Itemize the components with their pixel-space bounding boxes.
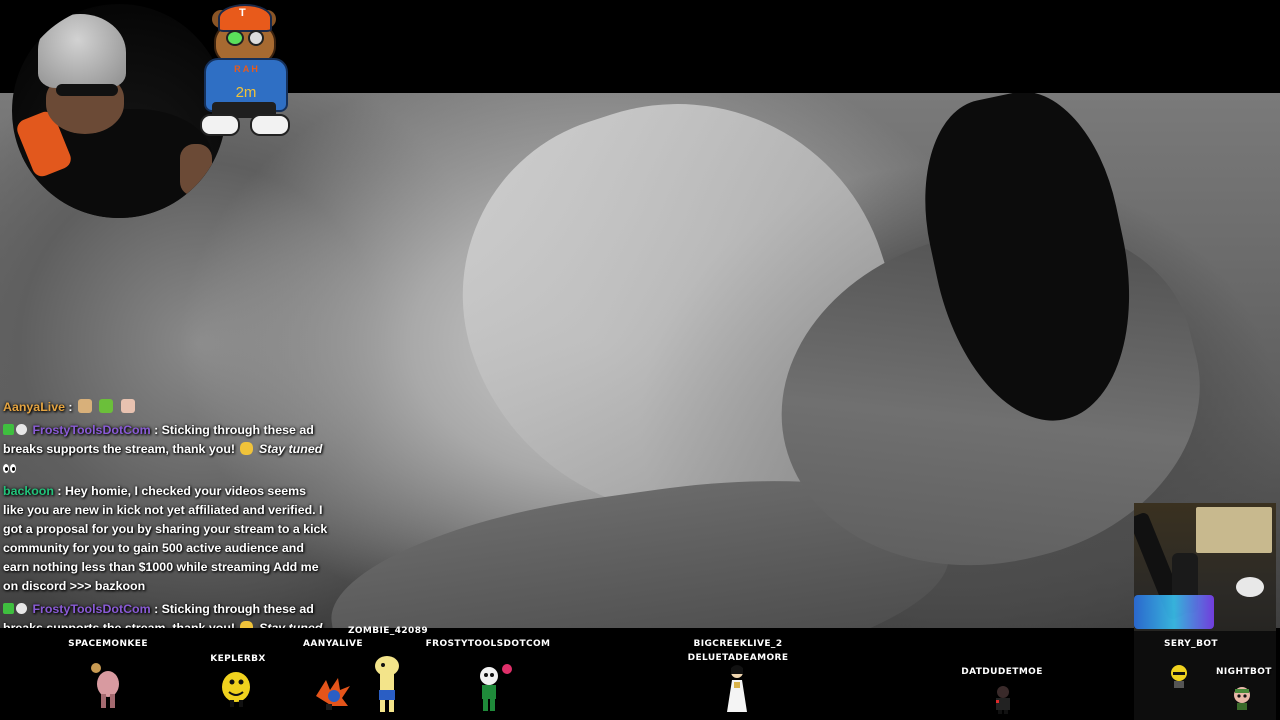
chat-italic-text: Stay tuned bbox=[258, 442, 323, 456]
chat-text: Hey homie, I checked your videos seems l… bbox=[3, 484, 328, 593]
chat-message: AanyaLive : bbox=[3, 398, 329, 417]
chat-username[interactable]: FrostyToolsDotCom bbox=[32, 423, 150, 437]
chat-separator: : bbox=[53, 484, 65, 498]
raised-hands-icon bbox=[240, 442, 254, 455]
streamer-webcam bbox=[12, 4, 226, 218]
verified-badge-icon bbox=[3, 424, 14, 435]
bear-timer: 2m bbox=[235, 84, 257, 101]
bot-label: SERY_BOT bbox=[1164, 639, 1218, 649]
viewer-avatar-bar: SPACEMONKEE KEPLERBX AANYALIVE ZOMBIE_42… bbox=[0, 626, 1134, 720]
bear-shirt-name: R A H bbox=[234, 64, 258, 74]
bot-sprite-icon bbox=[1171, 665, 1187, 688]
chat-separator: : bbox=[64, 400, 76, 414]
viewer-sprite-icon bbox=[375, 656, 399, 712]
desk-camera: SERY_BOT NIGHTBOT bbox=[1134, 503, 1276, 720]
bear-hat: T bbox=[218, 4, 272, 32]
viewer-sprite-icon bbox=[222, 672, 250, 707]
emote-icon bbox=[99, 399, 114, 413]
viewer-name: KEPLERBX bbox=[210, 654, 266, 664]
bot-sprite-icon bbox=[1234, 687, 1250, 710]
bear-shoe-right bbox=[250, 114, 290, 136]
chat-username[interactable]: AanyaLive bbox=[3, 400, 65, 414]
webcam-hand bbox=[180, 144, 212, 196]
viewer-name: DATDUDETMOE bbox=[961, 667, 1043, 677]
chat-overlay: AanyaLive : FrostyToolsDotCom : Sticking… bbox=[3, 398, 329, 661]
viewer-entry: BIGCREEKLIVE_2 bbox=[668, 639, 808, 649]
viewer-sprite-icon bbox=[91, 663, 119, 708]
viewer-entry: KEPLERBX bbox=[188, 654, 288, 664]
bear-hat-letter: T bbox=[239, 7, 246, 19]
desk-window bbox=[1196, 507, 1272, 553]
bot-badge-icon bbox=[16, 603, 27, 614]
bear-shoe-left bbox=[200, 114, 240, 136]
desk-keyboard bbox=[1134, 595, 1214, 629]
viewer-entry: ZOMBIE_42089 bbox=[338, 626, 438, 636]
chat-message: backoon : Hey homie, I checked your vide… bbox=[3, 482, 329, 596]
viewer-entry: DATDUDETMOE bbox=[952, 667, 1052, 677]
viewer-entry: FROSTYTOOLSDOTCOM bbox=[418, 639, 558, 649]
chat-separator: : bbox=[150, 602, 162, 616]
webcam-glasses bbox=[56, 84, 118, 96]
viewer-name: FROSTYTOOLSDOTCOM bbox=[425, 639, 551, 649]
chat-username[interactable]: FrostyToolsDotCom bbox=[32, 602, 150, 616]
viewer-name: AANYALIVE bbox=[303, 639, 363, 649]
viewer-name: BIGCREEKLIVE_2 bbox=[693, 639, 783, 649]
webcam-beanie bbox=[38, 14, 126, 88]
viewer-sprite-icon bbox=[727, 665, 747, 712]
viewer-sprite-icon bbox=[316, 678, 350, 710]
viewer-entry: DELUETADEAMORE bbox=[668, 653, 808, 663]
viewer-sprite-icon bbox=[996, 686, 1010, 714]
eyes-icon bbox=[3, 460, 17, 473]
bot-label: NIGHTBOT bbox=[1216, 667, 1272, 677]
bear-eye-right bbox=[248, 30, 264, 46]
bear-eye-left bbox=[226, 30, 244, 46]
verified-badge-icon bbox=[3, 603, 14, 614]
bot-badge-icon bbox=[16, 424, 27, 435]
viewer-name: ZOMBIE_42089 bbox=[347, 626, 429, 636]
chat-username[interactable]: backoon bbox=[3, 484, 54, 498]
viewer-name: DELUETADEAMORE bbox=[687, 653, 789, 663]
viewer-name: SPACEMONKEE bbox=[68, 639, 148, 649]
viewer-entry: SPACEMONKEE bbox=[58, 639, 158, 649]
viewer-entry: AANYALIVE bbox=[283, 639, 383, 649]
bear-mascot: T R A H 2m bbox=[196, 2, 292, 138]
desk-mouse bbox=[1236, 577, 1264, 597]
chat-message: FrostyToolsDotCom : Sticking through the… bbox=[3, 421, 329, 478]
chat-separator: : bbox=[150, 423, 162, 437]
emote-icon bbox=[78, 399, 92, 413]
viewer-sprite-icon bbox=[480, 664, 512, 711]
emote-icon bbox=[120, 399, 135, 413]
